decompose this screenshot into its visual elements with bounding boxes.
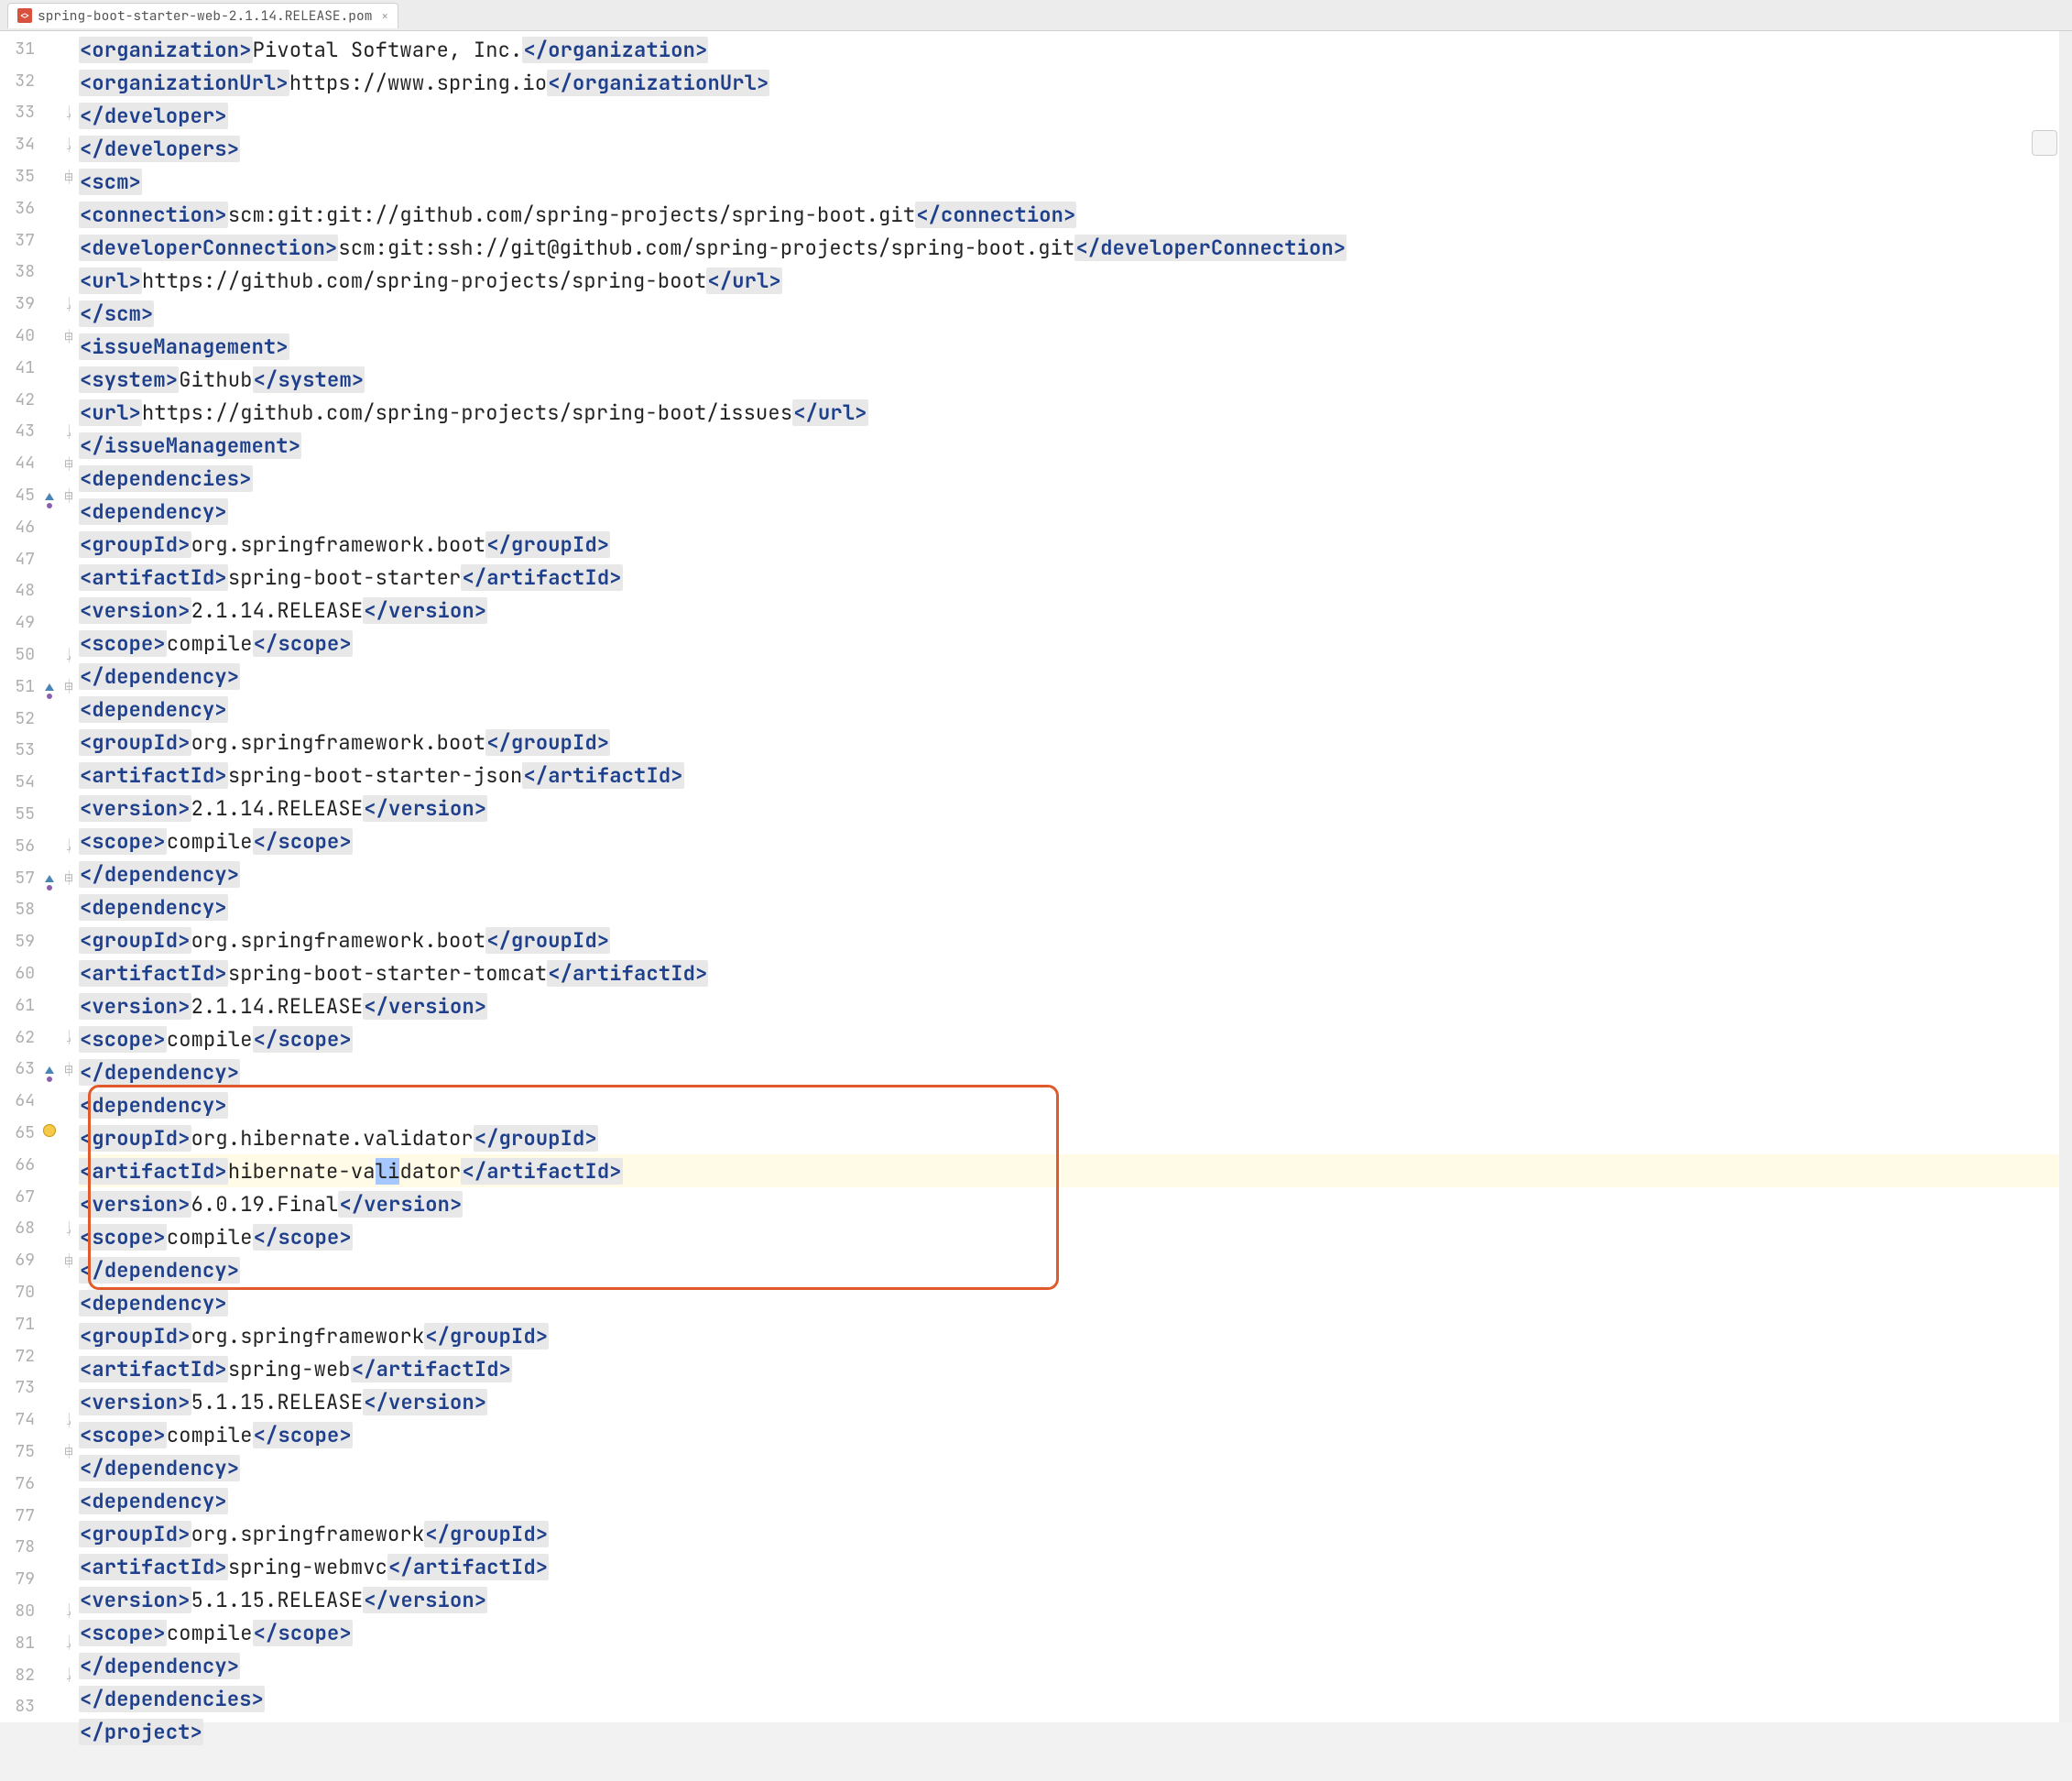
code-line[interactable]: <scope>compile</scope> bbox=[79, 627, 2072, 660]
code-line[interactable]: <version>2.1.14.RELEASE</version> bbox=[79, 594, 2072, 627]
code-line[interactable]: <scope>compile</scope> bbox=[79, 1616, 2072, 1649]
code-line[interactable]: <version>5.1.15.RELEASE</version> bbox=[79, 1385, 2072, 1418]
code-line[interactable]: <dependency> bbox=[79, 1286, 2072, 1319]
code-line[interactable]: </dependency> bbox=[79, 858, 2072, 890]
gutter: 313233⌟34⌟35⊟36373839⌟40⊟414243⌟44⊟45⊟46… bbox=[0, 31, 79, 1722]
code-line[interactable]: </dependency> bbox=[79, 1451, 2072, 1484]
code-line[interactable]: <scope>compile</scope> bbox=[79, 1022, 2072, 1055]
tab-bar: <> spring-boot-starter-web-2.1.14.RELEAS… bbox=[0, 0, 2072, 31]
code-line[interactable]: <url>https://github.com/spring-projects/… bbox=[79, 264, 2072, 297]
code-line[interactable]: </dependency> bbox=[79, 1253, 2072, 1286]
code-line[interactable]: </scm> bbox=[79, 297, 2072, 330]
code-line[interactable]: <groupId>org.springframework.boot</group… bbox=[79, 528, 2072, 561]
code-line[interactable]: <version>6.0.19.Final</version> bbox=[79, 1187, 2072, 1220]
code-line[interactable]: <groupId>org.springframework.boot</group… bbox=[79, 726, 2072, 759]
code-line[interactable]: <version>5.1.15.RELEASE</version> bbox=[79, 1583, 2072, 1616]
file-tab-label: spring-boot-starter-web-2.1.14.RELEASE.p… bbox=[38, 7, 372, 25]
code-line[interactable] bbox=[79, 1748, 2072, 1781]
code-line[interactable]: <system>Github</system> bbox=[79, 363, 2072, 396]
file-tab[interactable]: <> spring-boot-starter-web-2.1.14.RELEAS… bbox=[7, 3, 398, 28]
code-line[interactable]: <developerConnection>scm:git:ssh://git@g… bbox=[79, 231, 2072, 264]
reader-mode-icon[interactable] bbox=[2032, 130, 2057, 156]
code-line[interactable]: </developer> bbox=[79, 99, 2072, 132]
code-line[interactable]: <artifactId>spring-web</artifactId> bbox=[79, 1352, 2072, 1385]
code-line[interactable]: </issueManagement> bbox=[79, 429, 2072, 462]
code-line[interactable]: <scope>compile</scope> bbox=[79, 1418, 2072, 1451]
code-line[interactable]: </developers> bbox=[79, 132, 2072, 165]
code-line[interactable]: <artifactId>hibernate-validator</artifac… bbox=[79, 1154, 2072, 1187]
code-line[interactable]: <artifactId>spring-boot-starter-tomcat</… bbox=[79, 956, 2072, 989]
code-line[interactable]: <dependency> bbox=[79, 495, 2072, 528]
code-line[interactable]: <groupId>org.springframework.boot</group… bbox=[79, 923, 2072, 956]
code-line[interactable]: <groupId>org.hibernate.validator</groupI… bbox=[79, 1121, 2072, 1154]
code-line[interactable]: <groupId>org.springframework</groupId> bbox=[79, 1319, 2072, 1352]
code-line[interactable]: <scope>compile</scope> bbox=[79, 1220, 2072, 1253]
code-line[interactable]: <scope>compile</scope> bbox=[79, 825, 2072, 858]
code-line[interactable]: </dependency> bbox=[79, 1055, 2072, 1088]
code-line[interactable]: <url>https://github.com/spring-projects/… bbox=[79, 396, 2072, 429]
code-line[interactable]: <issueManagement> bbox=[79, 330, 2072, 363]
code-line[interactable]: </dependency> bbox=[79, 1649, 2072, 1682]
scrollbar[interactable] bbox=[2059, 31, 2072, 1722]
code-line[interactable]: <dependency> bbox=[79, 1484, 2072, 1517]
code-line[interactable]: <dependencies> bbox=[79, 462, 2072, 495]
code-line[interactable]: <artifactId>spring-webmvc</artifactId> bbox=[79, 1550, 2072, 1583]
code-line[interactable]: </project> bbox=[79, 1715, 2072, 1748]
editor-window: <> spring-boot-starter-web-2.1.14.RELEAS… bbox=[0, 0, 2072, 1722]
code-line[interactable]: <dependency> bbox=[79, 1088, 2072, 1121]
code-line[interactable]: <version>2.1.14.RELEASE</version> bbox=[79, 989, 2072, 1022]
code-line[interactable]: <scm> bbox=[79, 165, 2072, 198]
code-area[interactable]: <organization>Pivotal Software, Inc.</or… bbox=[79, 31, 2072, 1722]
code-line[interactable]: <organization>Pivotal Software, Inc.</or… bbox=[79, 33, 2072, 66]
code-line[interactable]: <artifactId>spring-boot-starter-json</ar… bbox=[79, 759, 2072, 792]
code-line[interactable]: <artifactId>spring-boot-starter</artifac… bbox=[79, 561, 2072, 594]
code-line[interactable]: <connection>scm:git:git://github.com/spr… bbox=[79, 198, 2072, 231]
code-line[interactable]: <dependency> bbox=[79, 890, 2072, 923]
code-line[interactable]: <organizationUrl>https://www.spring.io</… bbox=[79, 66, 2072, 99]
editor-body: 313233⌟34⌟35⊟36373839⌟40⊟414243⌟44⊟45⊟46… bbox=[0, 31, 2072, 1722]
code-line[interactable]: </dependencies> bbox=[79, 1682, 2072, 1715]
code-line[interactable]: <dependency> bbox=[79, 693, 2072, 726]
code-line[interactable]: <groupId>org.springframework</groupId> bbox=[79, 1517, 2072, 1550]
code-line[interactable]: </dependency> bbox=[79, 660, 2072, 693]
close-icon[interactable]: × bbox=[381, 8, 388, 24]
pom-file-icon: <> bbox=[17, 8, 32, 23]
code-line[interactable]: <version>2.1.14.RELEASE</version> bbox=[79, 792, 2072, 825]
